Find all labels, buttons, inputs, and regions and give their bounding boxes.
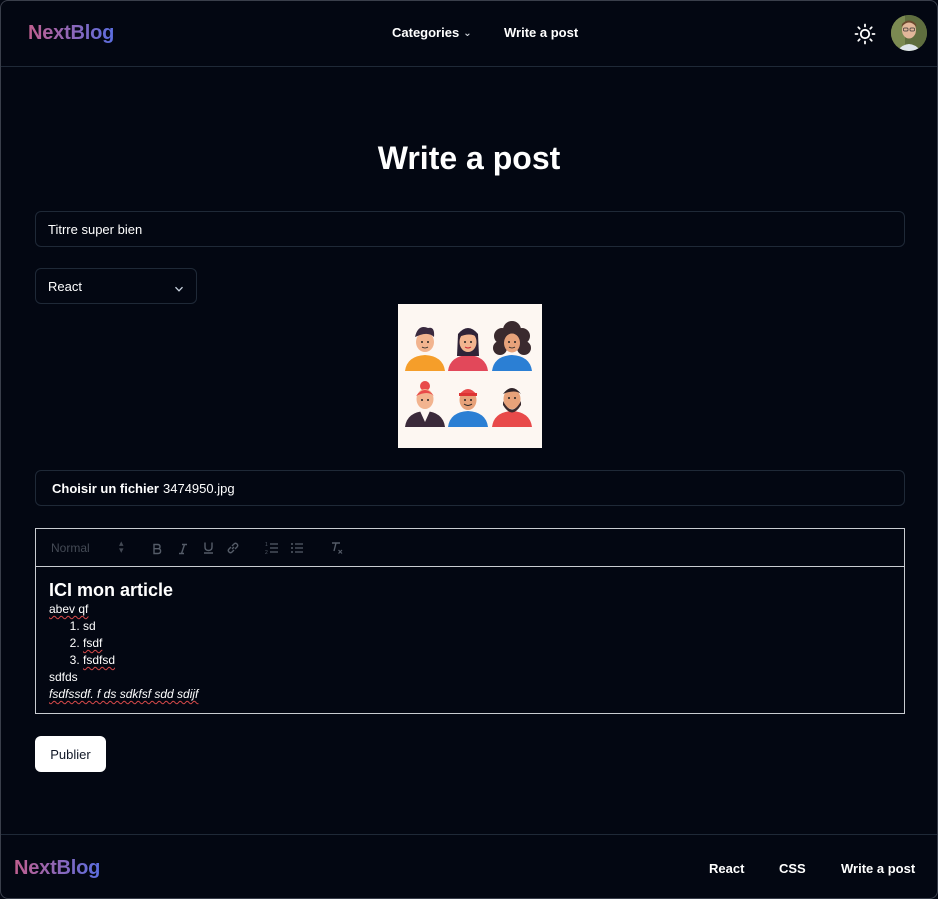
- footer-link-css[interactable]: CSS: [779, 861, 806, 876]
- heading-select[interactable]: Normal ▴ ▾: [51, 539, 124, 556]
- post-title-input[interactable]: [35, 211, 905, 247]
- footer-link-write-post[interactable]: Write a post: [841, 861, 915, 876]
- ordered-list: sd fsdf fsdfsd: [49, 618, 889, 669]
- sun-icon[interactable]: [853, 22, 877, 46]
- underline-icon[interactable]: [202, 541, 215, 559]
- paragraph-1: abev qf: [49, 602, 89, 616]
- updown-arrows-icon: ▴ ▾: [119, 538, 124, 555]
- paragraph-2: sdfds: [49, 670, 78, 684]
- ordered-list-icon[interactable]: 12: [265, 541, 279, 560]
- nav-categories[interactable]: Categories ⌄: [392, 25, 472, 40]
- article-heading: ICI mon article: [49, 580, 174, 600]
- file-name: 3474950.jpg: [163, 481, 235, 496]
- editor-toolbar: Normal ▴ ▾ 12: [36, 529, 904, 567]
- list-item: fsdfsd: [83, 652, 889, 669]
- bold-icon[interactable]: [151, 542, 163, 560]
- nav-write-post[interactable]: Write a post: [504, 25, 578, 40]
- rich-text-editor[interactable]: Normal ▴▾ 12 ICI mon article abev qf sd: [35, 528, 905, 714]
- list-item: fsdf: [83, 635, 889, 652]
- file-input[interactable]: Choisir un fichier 3474950.jpg: [35, 470, 905, 506]
- paragraph-3: fsdfssdf. f ds sdkfsf sdd sdijf: [49, 687, 199, 701]
- image-preview: [398, 304, 542, 448]
- bullet-list-icon[interactable]: [290, 541, 304, 560]
- page-title: Write a post: [377, 140, 561, 176]
- window-frame: [0, 0, 938, 899]
- link-icon[interactable]: [226, 541, 240, 560]
- footer-logo[interactable]: NextBlog: [14, 857, 100, 880]
- user-avatar[interactable]: [891, 15, 927, 51]
- category-select[interactable]: React: [35, 268, 197, 304]
- heading-select-value: Normal: [51, 541, 90, 555]
- choose-file-button[interactable]: Choisir un fichier: [52, 481, 159, 496]
- editor-content[interactable]: ICI mon article abev qf sd fsdf fsdfsd s…: [49, 579, 889, 703]
- site-header: NextBlog Categories ⌄ Write a post: [0, 0, 938, 67]
- svg-text:1: 1: [265, 542, 268, 548]
- chevron-down-icon: [174, 281, 184, 299]
- italic-icon[interactable]: [177, 542, 189, 560]
- list-item: sd: [83, 618, 889, 635]
- site-footer: NextBlog React CSS Write a post: [0, 834, 938, 899]
- clear-format-icon[interactable]: [330, 541, 344, 560]
- svg-text:2: 2: [265, 550, 268, 555]
- publish-button[interactable]: Publier: [35, 736, 106, 772]
- site-logo[interactable]: NextBlog: [28, 22, 114, 45]
- chevron-down-icon: ⌄: [463, 28, 472, 39]
- category-select-value: React: [48, 279, 82, 294]
- nav-categories-label: Categories: [392, 25, 460, 40]
- footer-link-react[interactable]: React: [709, 861, 744, 876]
